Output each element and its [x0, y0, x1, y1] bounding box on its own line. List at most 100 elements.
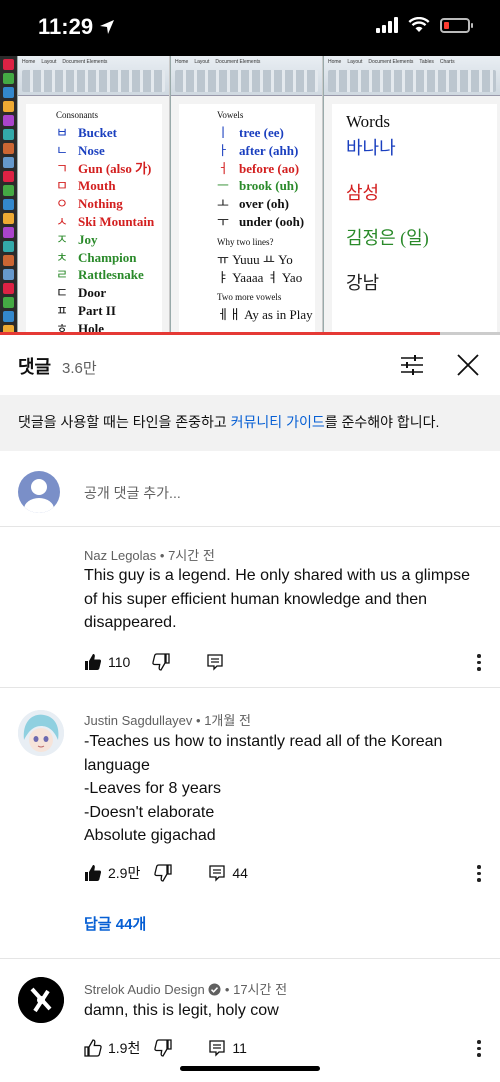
- comment-actions: 110: [84, 650, 224, 674]
- community-guidelines-notice: 댓글을 사용할 때는 타인을 존중하고 커뮤니티 가이드를 준수해야 합니다.: [0, 395, 500, 451]
- document-window-vowels: Home Layout Document Elements Vowels ㅣ tree…: [170, 56, 322, 334]
- location-arrow-icon: [100, 20, 115, 34]
- vowel-row: ㅓ before (ao): [217, 160, 300, 176]
- dislike-button[interactable]: [154, 1039, 172, 1057]
- guideline-text-end: 를 준수해야 합니다.: [324, 414, 440, 430]
- consonant-row: ㅁ Mouth: [56, 178, 116, 194]
- reply-button[interactable]: [206, 653, 224, 671]
- app-dock: [0, 56, 17, 334]
- thumbs-up-filled-icon: [85, 654, 102, 670]
- comments-count: 3.6만: [62, 360, 97, 377]
- comment-actions: 1.9천 11: [84, 1036, 247, 1060]
- video-player[interactable]: Home Layout Document Elements Consonants ㅂ…: [0, 56, 500, 334]
- cellular-signal-icon: [376, 17, 398, 33]
- korean-word: 바나나: [346, 138, 396, 158]
- comment-line: damn, this is legit, holy cow: [84, 1002, 279, 1019]
- thumbs-down-icon: [154, 1039, 172, 1057]
- comments-title: 댓글: [18, 357, 52, 377]
- home-indicator[interactable]: [180, 1066, 320, 1071]
- reply-comment-icon: [209, 1040, 225, 1057]
- why-row-1: ㅠ Yuuu ㅛ Yo: [217, 251, 293, 267]
- why-two-lines-heading: Why two lines?: [217, 236, 274, 247]
- consonant-row: ㅍ Part II: [56, 302, 116, 318]
- like-button[interactable]: 1.9천: [84, 1038, 140, 1058]
- like-button[interactable]: 110: [84, 653, 130, 671]
- document-window-consonants: Home Layout Document Elements Consonants ㅂ…: [17, 56, 169, 334]
- sort-filter-icon[interactable]: [398, 351, 426, 379]
- comment-thread: Naz Legolas • 7시간 전 This guy is a legend…: [0, 527, 500, 687]
- thumbs-down-icon: [152, 653, 170, 671]
- commenter-avatar[interactable]: [18, 543, 64, 589]
- words-heading: Words: [346, 112, 390, 131]
- comment-author[interactable]: Justin Sagdullayev: [84, 713, 192, 728]
- commenter-avatar[interactable]: [18, 977, 64, 1023]
- dislike-button[interactable]: [152, 653, 170, 671]
- add-comment-input[interactable]: 공개 댓글 추가...: [84, 483, 181, 503]
- more-options-icon[interactable]: [476, 1040, 482, 1057]
- vowel-row: ㅗ over (oh): [217, 196, 289, 212]
- like-count: 110: [108, 654, 131, 670]
- add-comment-row[interactable]: 공개 댓글 추가...: [0, 451, 500, 527]
- comment-line: Absolute gigachad: [84, 827, 216, 844]
- words-page: Words 바나나삼성김정은 (일) 강남: [332, 104, 497, 334]
- community-guidelines-link[interactable]: 커뮤니티 가이드: [231, 414, 325, 430]
- more-vowels-row: ㅔㅐ Ay as in Play: [217, 307, 313, 323]
- consonant-row: ㅇ Nothing: [56, 196, 123, 212]
- comment-meta: Justin Sagdullayev • 1개월 전: [84, 713, 251, 728]
- comment-text: damn, this is legit, holy cow: [84, 999, 484, 1023]
- more-options-icon[interactable]: [476, 654, 482, 671]
- status-time: 11:29: [38, 14, 115, 40]
- like-button[interactable]: 2.9만: [84, 863, 140, 883]
- thumbs-up-icon: [84, 1039, 102, 1057]
- korean-word: 삼성: [346, 183, 380, 203]
- consonant-row: ㅂ Bucket: [56, 125, 117, 140]
- comment-author[interactable]: Naz Legolas: [84, 548, 156, 563]
- reply-comment-icon: [207, 654, 223, 671]
- comment-thread: Justin Sagdullayev • 1개월 전 -Teaches us h…: [0, 688, 500, 958]
- wifi-icon: [408, 17, 430, 32]
- comments-header: 댓글 3.6만: [0, 335, 500, 395]
- comment-author[interactable]: Strelok Audio Design: [84, 982, 205, 997]
- reply-button[interactable]: 11: [208, 1039, 247, 1057]
- consonant-row: ㅊ Champion: [56, 249, 137, 265]
- why-row-2: ㅑ Yaaaa ㅕ Yao: [217, 269, 303, 285]
- user-avatar: [18, 471, 60, 513]
- comment-time: 1개월 전: [204, 713, 251, 728]
- consonant-row: ㄱ Gun (also 가): [56, 160, 152, 176]
- document-window-words: Home Layout Document Elements Tables Charts …: [323, 56, 500, 334]
- view-replies-link[interactable]: 답글 44개: [84, 913, 146, 934]
- vowels-page: Vowels ㅣ tree (ee) ㅏ after (ahh) ㅓ before (ao…: [179, 104, 315, 334]
- vowels-heading: Vowels: [217, 110, 244, 120]
- comment-line: -Leaves for 8 years: [84, 780, 221, 797]
- korean-word: 강남: [346, 273, 380, 293]
- close-icon[interactable]: [454, 351, 482, 379]
- comment-text: -Teaches us how to instantly read all of…: [84, 730, 484, 848]
- verified-check-icon: [208, 983, 221, 996]
- dislike-button[interactable]: [154, 864, 172, 882]
- comment-line: language: [84, 756, 150, 774]
- vowel-row: ㅏ after (ahh): [217, 142, 299, 158]
- comment-line: -Doesn't elaborate: [84, 803, 215, 821]
- comment-meta: Strelok Audio Design • 17시간 전: [84, 982, 288, 997]
- comment-line: disappeared.: [84, 614, 177, 631]
- commenter-avatar[interactable]: [18, 710, 64, 756]
- thumbs-down-icon: [154, 864, 172, 882]
- vowel-row: ㅡ brook (uh): [217, 178, 299, 194]
- reply-count: 44: [232, 865, 248, 881]
- korean-word: 김정은 (일): [346, 228, 429, 248]
- status-bar: 11:29: [0, 0, 500, 56]
- more-options-icon[interactable]: [476, 865, 482, 882]
- reply-count: 11: [232, 1040, 247, 1056]
- battery-low-icon: [440, 17, 473, 33]
- consonant-row: ㅈ Joy: [56, 231, 98, 247]
- vowel-row: ㅜ under (ooh): [217, 213, 305, 229]
- reply-comment-icon: [209, 865, 225, 882]
- comment-text: This guy is a legend. He only shared wit…: [84, 564, 484, 635]
- consonant-row: ㅅ Ski Mountain: [56, 213, 155, 229]
- consonants-page: Consonants ㅂ Bucket ㄴ Nose ㄱ Gun (also 가) ㅁ Mou…: [26, 104, 162, 334]
- reply-button[interactable]: 44: [208, 864, 248, 882]
- thumbs-up-filled-icon: [85, 865, 102, 881]
- like-count: 1.9천: [108, 1040, 141, 1056]
- clock: 11:29: [38, 14, 94, 39]
- consonant-row: ㄷ Door: [56, 285, 107, 301]
